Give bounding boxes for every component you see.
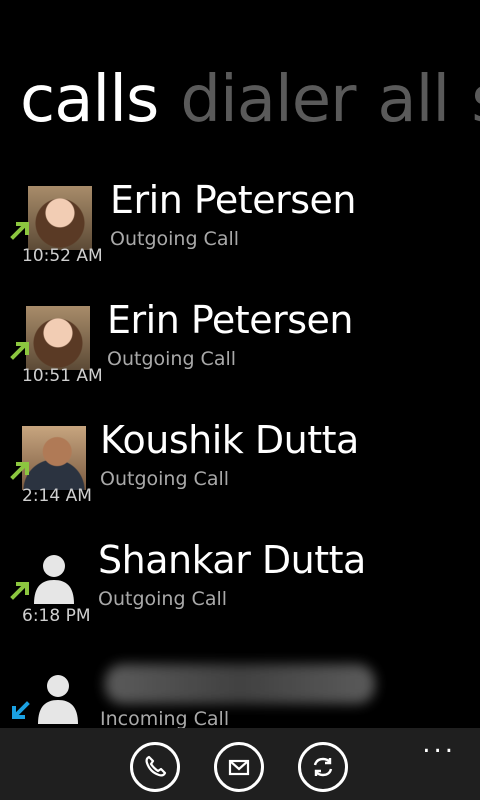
redacted-phone-number: [105, 664, 375, 704]
call-type: Incoming Call: [100, 708, 230, 730]
phone-button[interactable]: [130, 742, 180, 792]
tab-all[interactable]: all: [377, 63, 450, 137]
call-type: Outgoing Call: [107, 348, 237, 370]
call-item[interactable]: 2:14 AM Koushik Dutta Outgoing Call: [0, 410, 480, 530]
call-item[interactable]: 10:52 AM Erin Petersen Outgoing Call: [0, 170, 480, 290]
phone-icon: [145, 755, 167, 777]
tab-dialer[interactable]: dialer: [180, 63, 356, 137]
contact-name: Erin Petersen: [107, 298, 353, 342]
outgoing-call-icon: [10, 220, 32, 242]
pivot-header: calls dialer alls: [20, 60, 480, 140]
call-item[interactable]: 10:51 AM Erin Petersen Outgoing Call: [0, 290, 480, 410]
outgoing-call-icon: [10, 580, 32, 602]
outgoing-call-icon: [10, 340, 32, 362]
contact-name: Shankar Dutta: [98, 538, 366, 582]
sync-button[interactable]: [298, 742, 348, 792]
application-bar: ...: [0, 728, 480, 800]
tab-calls[interactable]: calls: [20, 63, 159, 137]
call-time: 10:52 AM: [22, 246, 103, 266]
incoming-call-icon: [10, 700, 32, 722]
call-type: Outgoing Call: [100, 468, 230, 490]
more-options-button[interactable]: ...: [422, 731, 456, 757]
voicemail-button[interactable]: [214, 742, 264, 792]
sync-icon: [313, 757, 333, 777]
contact-placeholder-icon: [26, 666, 90, 730]
call-item[interactable]: 6:18 PM Shankar Dutta Outgoing Call: [0, 530, 480, 650]
call-time: 2:14 AM: [22, 486, 92, 506]
contact-photo: [26, 306, 90, 370]
call-type: Outgoing Call: [98, 588, 228, 610]
call-type: Outgoing Call: [110, 228, 240, 250]
contact-name: Erin Petersen: [110, 178, 356, 222]
tab-partial[interactable]: s: [471, 63, 480, 137]
call-time: 10:51 AM: [22, 366, 103, 386]
contact-photo: [28, 186, 92, 250]
voicemail-icon: [228, 759, 250, 776]
contact-name: Koushik Dutta: [100, 418, 359, 462]
outgoing-call-icon: [10, 460, 32, 482]
